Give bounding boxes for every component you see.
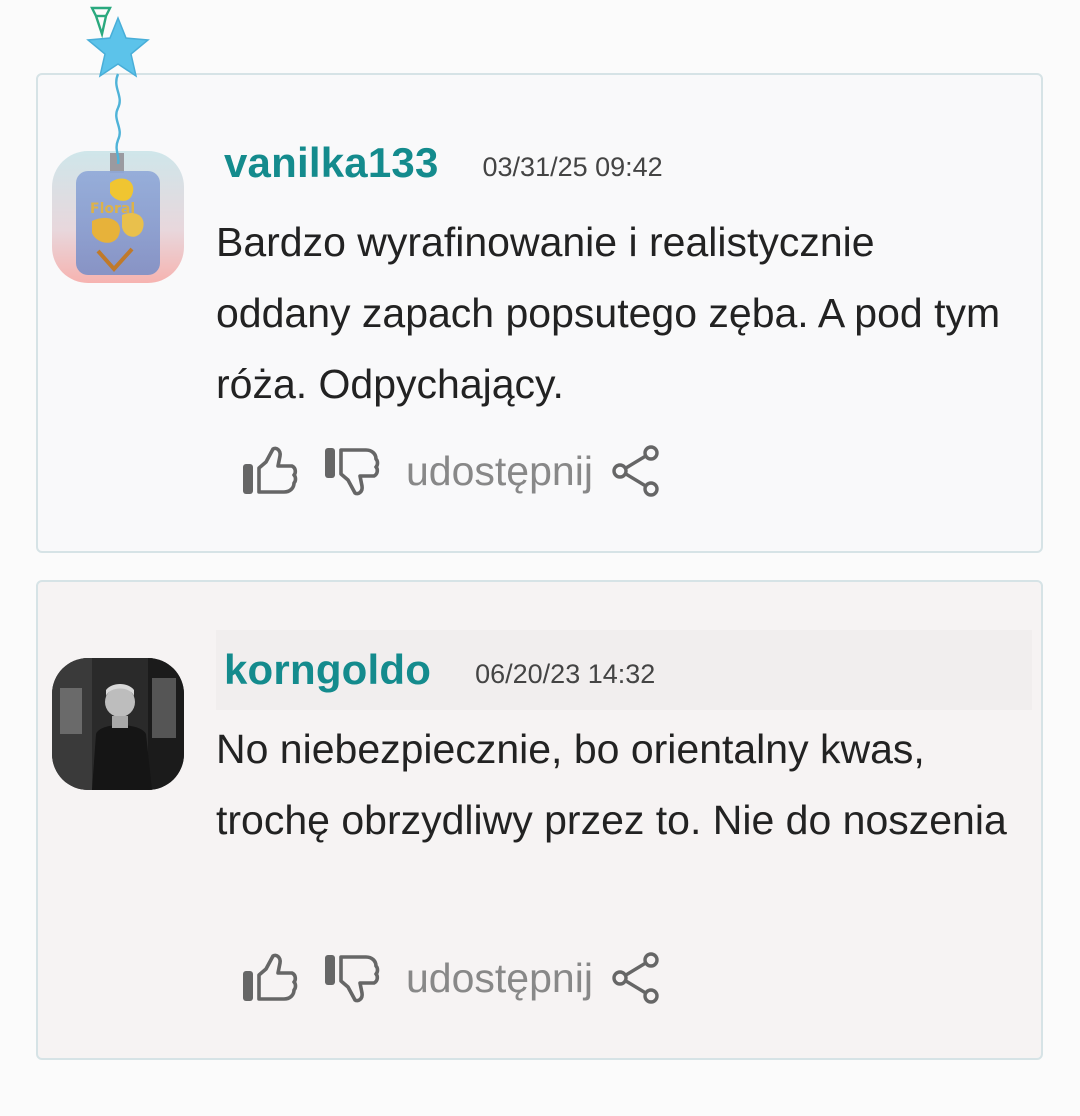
share-label[interactable]: udostępnij	[406, 448, 593, 495]
comment-text: Bardzo wyrafinowanie i realistycznie odd…	[216, 219, 1001, 407]
person-photo-avatar-icon	[52, 658, 184, 790]
thumbs-up-icon[interactable]	[240, 950, 300, 1006]
comment-date: 06/20/23 14:32	[475, 658, 656, 689]
perfume-bottle-avatar-icon: Floral	[52, 151, 184, 283]
thumbs-down-icon[interactable]	[322, 443, 382, 499]
comment-header: korngoldo 06/20/23 14:32	[216, 630, 1032, 710]
share-icon[interactable]	[611, 443, 663, 499]
user-avatar[interactable]: Floral	[52, 151, 184, 283]
star-balloon-icon	[86, 6, 150, 164]
user-avatar[interactable]	[52, 658, 184, 790]
comment-header: vanilka133 03/31/25 09:42	[216, 123, 1032, 203]
thumbs-down-icon[interactable]	[322, 950, 382, 1006]
comment-card: Floral vanilka133 03/31/25 09:42 Bardzo …	[36, 73, 1043, 553]
comment-card: korngoldo 06/20/23 14:32 No niebezpieczn…	[36, 580, 1043, 1060]
svg-text:Floral: Floral	[90, 201, 135, 217]
comment-actions: udostępnij	[240, 441, 663, 501]
comment-actions: udostępnij	[240, 948, 663, 1008]
comment-date: 03/31/25 09:42	[482, 151, 663, 182]
username[interactable]: vanilka133	[224, 139, 439, 187]
username[interactable]: korngoldo	[224, 646, 431, 694]
comment-text: No niebezpiecznie, bo orientalny kwas, t…	[216, 726, 1007, 843]
share-label[interactable]: udostępnij	[406, 955, 593, 1002]
thumbs-up-icon[interactable]	[240, 443, 300, 499]
share-icon[interactable]	[611, 950, 663, 1006]
comments-feed: Floral vanilka133 03/31/25 09:42 Bardzo …	[0, 0, 1080, 1116]
